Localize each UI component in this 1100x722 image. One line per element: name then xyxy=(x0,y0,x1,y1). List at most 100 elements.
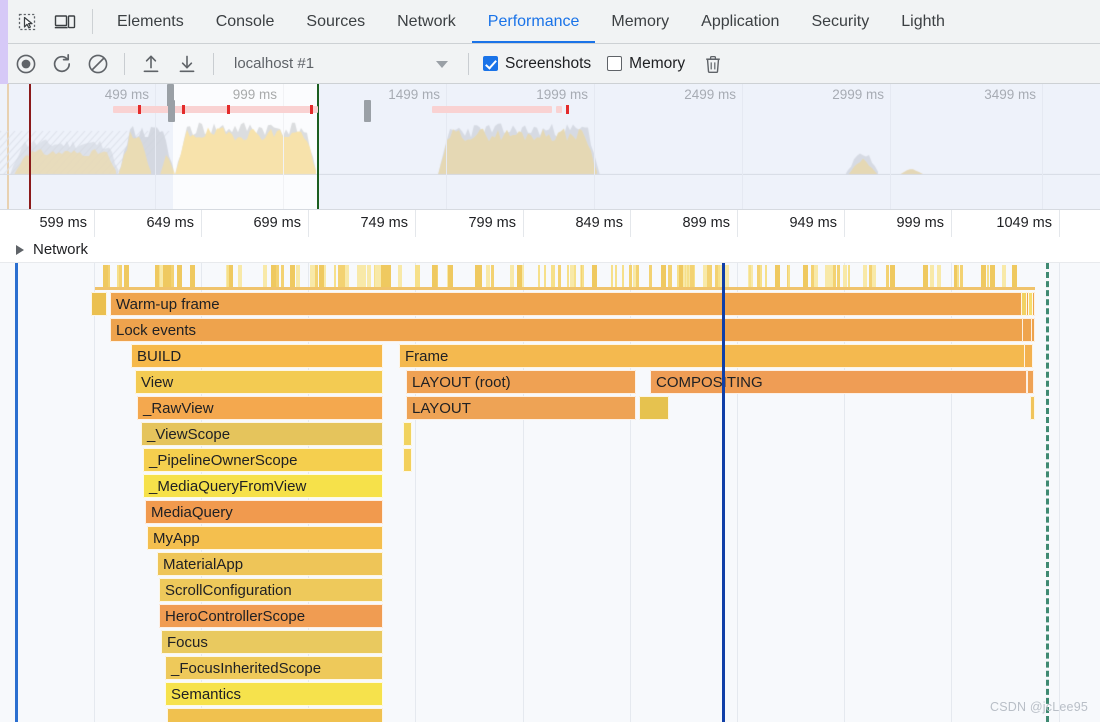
device-toolbar-icon[interactable] xyxy=(46,0,84,43)
tab-memory[interactable]: Memory xyxy=(595,0,685,43)
record-circle-icon[interactable] xyxy=(8,44,44,84)
ruler-tick xyxy=(1059,210,1060,238)
flame-bar-tail[interactable] xyxy=(1030,396,1035,420)
flame-sample-tick xyxy=(715,265,718,287)
trash-icon[interactable] xyxy=(695,44,731,84)
tab-sources[interactable]: Sources xyxy=(290,0,381,43)
flame-bar-label: Warm-up frame xyxy=(116,295,220,313)
flame-bar-scrollconfiguration[interactable]: ScrollConfiguration xyxy=(159,578,383,602)
ruler-tick-label: 899 ms xyxy=(682,215,730,231)
flame-bar-herocontrollerscope[interactable]: HeroControllerScope xyxy=(159,604,383,628)
tab-elements[interactable]: Elements xyxy=(101,0,200,43)
flame-bar-label: Lock events xyxy=(116,321,197,339)
tab-security[interactable]: Security xyxy=(795,0,885,43)
flame-sample-tick xyxy=(987,265,989,287)
flame-gridline xyxy=(94,263,95,722)
flame-sample-tick xyxy=(567,265,569,287)
flame-bar-frame[interactable]: Frame xyxy=(399,344,1029,368)
flame-sample-tick xyxy=(923,265,928,287)
network-track-header[interactable]: Network xyxy=(0,237,1100,263)
tab-console[interactable]: Console xyxy=(200,0,291,43)
flame-bar[interactable] xyxy=(91,292,107,316)
overview-request-band xyxy=(432,106,552,113)
overview-window-body[interactable] xyxy=(173,84,317,209)
timeline-overview[interactable]: 499 ms999 ms1499 ms1999 ms2499 ms2999 ms… xyxy=(0,84,1100,209)
flame-bar-view[interactable]: View xyxy=(135,370,383,394)
upload-profile-icon[interactable] xyxy=(133,44,169,84)
flame-sample-tick xyxy=(677,265,679,287)
tab-network[interactable]: Network xyxy=(381,0,472,43)
flame-sample-tick xyxy=(707,265,710,287)
flame-bar-tail[interactable] xyxy=(1024,344,1033,368)
checkbox-box xyxy=(607,56,623,71)
reload-record-icon[interactable] xyxy=(44,44,80,84)
flame-bar-lock-events[interactable]: Lock events xyxy=(110,318,1035,342)
clear-no-entry-icon[interactable] xyxy=(80,44,116,84)
flame-sample-tick xyxy=(417,265,419,287)
flame-sample-tick xyxy=(538,265,540,287)
flame-bar-semantics[interactable]: Semantics xyxy=(165,682,383,706)
overview-request-band xyxy=(168,106,318,113)
flame-bar-focusinheritedscope[interactable]: _FocusInheritedScope xyxy=(165,656,383,680)
flame-sample-tick xyxy=(124,265,129,287)
flame-bar-layout-root[interactable]: LAYOUT (root) xyxy=(406,370,636,394)
ruler-tick-label: 599 ms xyxy=(39,215,87,231)
flame-bar-mediaquery[interactable]: MediaQuery xyxy=(145,500,383,524)
flame-sample-tick xyxy=(811,265,814,287)
network-track-label: Network xyxy=(33,241,89,258)
flame-bar-viewscope[interactable]: _ViewScope xyxy=(141,422,383,446)
flame-bar-myapp[interactable]: MyApp xyxy=(147,526,383,550)
screenshots-checkbox[interactable]: Screenshots xyxy=(483,55,591,73)
flame-bar[interactable] xyxy=(167,708,383,722)
flame-bar-compositing[interactable]: COMPOSITING xyxy=(650,370,1027,394)
flame-sample-tick xyxy=(227,265,229,287)
flame-bar-rawview[interactable]: _RawView xyxy=(137,396,383,420)
flame-bar-label: MaterialApp xyxy=(163,555,244,573)
flame-bar[interactable] xyxy=(639,396,669,420)
flame-bar-build[interactable]: BUILD xyxy=(131,344,383,368)
flame-sample-tick xyxy=(117,265,119,287)
flame-bar[interactable] xyxy=(403,448,412,472)
session-dropdown[interactable]: localhost #1 xyxy=(222,44,460,84)
tab-application[interactable]: Application xyxy=(685,0,795,43)
flame-sample-tick xyxy=(869,265,872,287)
flame-bar-tail[interactable] xyxy=(1027,370,1034,394)
flame-bar[interactable] xyxy=(403,422,412,446)
toolbar-divider-1 xyxy=(124,52,125,75)
flame-bar-label: HeroControllerScope xyxy=(165,607,306,625)
overview-dimmed-region xyxy=(0,84,173,209)
tab-lighthouse[interactable]: Lighth xyxy=(885,0,961,43)
flame-sample-tick xyxy=(510,265,514,287)
flame-bar-mediaqueryfromview[interactable]: _MediaQueryFromView xyxy=(143,474,383,498)
triangle-right-icon[interactable] xyxy=(16,244,24,255)
flame-sample-tick xyxy=(661,265,666,287)
flame-frame-boundary-marker xyxy=(1046,263,1049,722)
flame-bar-layout[interactable]: LAYOUT xyxy=(406,396,636,420)
ruler-tick xyxy=(630,210,631,238)
inspect-cursor-icon[interactable] xyxy=(8,0,46,43)
overview-window-handle[interactable] xyxy=(168,100,175,122)
flame-chart[interactable]: Warm-up frame Lock events BUILD Frame View LA… xyxy=(0,263,1100,722)
flame-cursor-line[interactable] xyxy=(722,263,725,722)
overview-window-handle[interactable] xyxy=(364,100,371,122)
flame-bar-tail[interactable] xyxy=(1022,318,1032,342)
flame-bar-label: _MediaQueryFromView xyxy=(149,477,307,495)
tab-performance[interactable]: Performance xyxy=(471,0,596,43)
flame-sample-tick xyxy=(725,265,729,287)
flame-bar-tail[interactable] xyxy=(1021,292,1027,316)
memory-checkbox[interactable]: Memory xyxy=(607,55,685,73)
flame-bar-warm-up-frame[interactable]: Warm-up frame xyxy=(110,292,1035,316)
flame-sample-tick xyxy=(310,265,314,287)
ruler-tick xyxy=(737,210,738,238)
devtools-tabbar: Elements Console Sources Network Perform… xyxy=(0,0,1100,44)
flame-sample-tick xyxy=(788,265,790,287)
flame-bar-pipelineownerscope[interactable]: _PipelineOwnerScope xyxy=(143,448,383,472)
flame-sample-tick xyxy=(863,265,867,287)
download-profile-icon[interactable] xyxy=(169,44,205,84)
flame-sample-tick xyxy=(592,265,597,287)
flame-bar-materialapp[interactable]: MaterialApp xyxy=(157,552,383,576)
flame-sample-tick xyxy=(475,265,480,287)
flame-bar-focus[interactable]: Focus xyxy=(161,630,383,654)
flame-bar-tail[interactable] xyxy=(1028,292,1033,316)
overview-request-marker xyxy=(566,105,569,114)
